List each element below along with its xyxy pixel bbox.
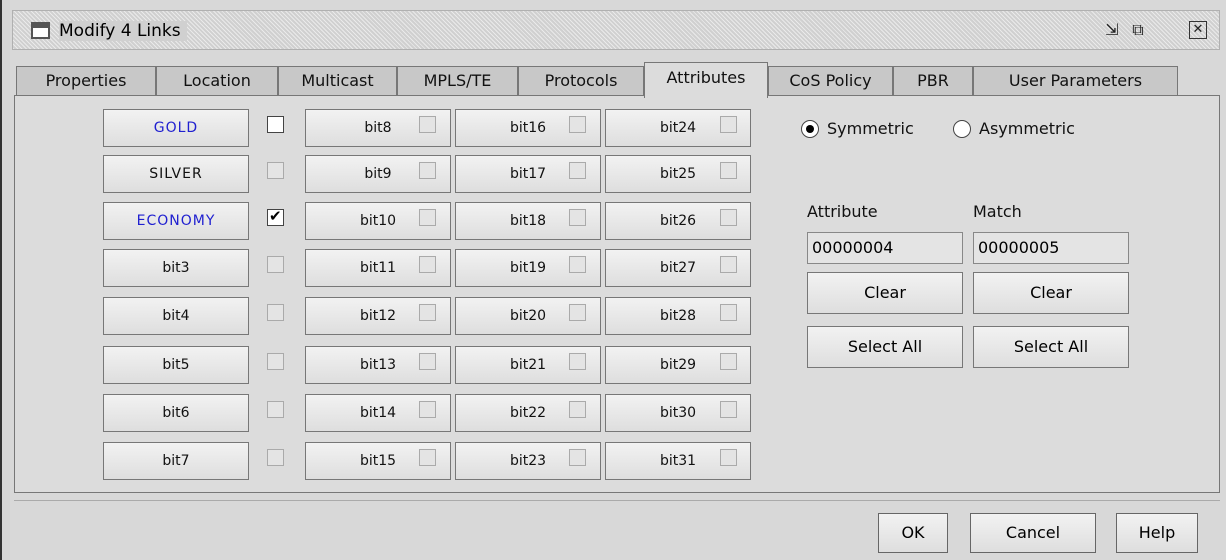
checkmark-icon: ✔ (269, 207, 282, 225)
bit-checkbox-bit5[interactable] (267, 353, 284, 370)
bit-checkbox-bit23[interactable] (569, 449, 586, 466)
bit-checkbox-bit31[interactable] (720, 449, 737, 466)
symmetric-radio[interactable] (801, 120, 819, 138)
maximize-icon[interactable]: ⧉ (1129, 21, 1147, 39)
bit-checkbox-bit24[interactable] (720, 116, 737, 133)
title-bar[interactable]: Modify 4 Links ⇲ ⧉ ✕ (12, 10, 1220, 50)
bit-checkbox-bit7[interactable] (267, 449, 284, 466)
bit-checkbox-bit11[interactable] (419, 256, 436, 273)
bit-checkbox-bit19[interactable] (569, 256, 586, 273)
bit-checkbox-bit27[interactable] (720, 256, 737, 273)
match-clear-button[interactable]: Clear (973, 272, 1129, 314)
bit-checkbox-bit29[interactable] (720, 353, 737, 370)
tab-cos-policy[interactable]: CoS Policy (768, 66, 893, 96)
bit-checkbox-bit21[interactable] (569, 353, 586, 370)
bit-checkbox-bit26[interactable] (720, 209, 737, 226)
window-title: Modify 4 Links (59, 21, 187, 41)
bit-checkbox-bit8[interactable] (419, 116, 436, 133)
bit-checkbox-economy[interactable]: ✔ (267, 207, 284, 226)
bit-checkbox-bit28[interactable] (720, 304, 737, 321)
bit-checkbox-bit20[interactable] (569, 304, 586, 321)
bit-button-gold[interactable]: GOLD (103, 109, 249, 147)
tab-mpls-te[interactable]: MPLS/TE (397, 66, 518, 96)
attributes-panel: GOLD SILVER ECONOMY ✔ bit3 bit4 bit5 bit6 bit7 bi… (14, 95, 1220, 493)
attribute-select-all-button[interactable]: Select All (807, 326, 963, 368)
bit-checkbox-bit30[interactable] (720, 401, 737, 418)
bit-button-economy[interactable]: ECONOMY (103, 202, 249, 240)
bit-checkbox-bit13[interactable] (419, 353, 436, 370)
modify-links-dialog: Modify 4 Links ⇲ ⧉ ✕ Properties Location M… (0, 0, 1226, 560)
symmetric-label: Symmetric (827, 119, 914, 138)
bit-button-bit7[interactable]: bit7 (103, 442, 249, 480)
tab-user-parameters[interactable]: User Parameters (973, 66, 1178, 96)
bit-checkbox-bit4[interactable] (267, 304, 284, 321)
bit-button-bit6[interactable]: bit6 (103, 394, 249, 432)
bit-checkbox-bit12[interactable] (419, 304, 436, 321)
bit-button-bit3[interactable]: bit3 (103, 249, 249, 287)
asymmetric-radio[interactable] (953, 120, 971, 138)
bit-button-silver[interactable]: SILVER (103, 155, 249, 193)
help-button[interactable]: Help (1116, 513, 1198, 553)
footer-divider (14, 500, 1220, 501)
attribute-clear-button[interactable]: Clear (807, 272, 963, 314)
window-icon (31, 22, 50, 39)
bit-checkbox-bit25[interactable] (720, 162, 737, 179)
asymmetric-label: Asymmetric (979, 119, 1075, 138)
bit-checkbox-bit17[interactable] (569, 162, 586, 179)
bit-checkbox-bit10[interactable] (419, 209, 436, 226)
tab-location[interactable]: Location (156, 66, 278, 96)
bit-checkbox-bit14[interactable] (419, 401, 436, 418)
bit-checkbox-bit16[interactable] (569, 116, 586, 133)
bit-checkbox-bit3[interactable] (267, 256, 284, 273)
bit-button-bit5[interactable]: bit5 (103, 346, 249, 384)
attribute-label: Attribute (807, 202, 878, 221)
bit-checkbox-gold[interactable] (267, 116, 284, 133)
ok-button[interactable]: OK (878, 513, 948, 553)
tab-properties[interactable]: Properties (16, 66, 156, 96)
radio-selected-dot (806, 125, 814, 133)
match-select-all-button[interactable]: Select All (973, 326, 1129, 368)
cancel-button[interactable]: Cancel (970, 513, 1096, 553)
tab-pbr[interactable]: PBR (893, 66, 973, 96)
bit-checkbox-bit6[interactable] (267, 401, 284, 418)
close-icon[interactable]: ✕ (1189, 21, 1207, 39)
restore-icon[interactable]: ⇲ (1103, 21, 1121, 39)
bit-checkbox-bit22[interactable] (569, 401, 586, 418)
tab-attributes[interactable]: Attributes (644, 62, 768, 98)
bit-checkbox-bit15[interactable] (419, 449, 436, 466)
bit-checkbox-bit18[interactable] (569, 209, 586, 226)
bit-button-bit4[interactable]: bit4 (103, 297, 249, 335)
bit-checkbox-bit9[interactable] (419, 162, 436, 179)
match-label: Match (973, 202, 1022, 221)
attribute-field[interactable]: 00000004 (807, 232, 963, 264)
bit-checkbox-silver[interactable] (267, 162, 284, 179)
tab-multicast[interactable]: Multicast (278, 66, 397, 96)
match-field[interactable]: 00000005 (973, 232, 1129, 264)
tab-protocols[interactable]: Protocols (518, 66, 644, 96)
